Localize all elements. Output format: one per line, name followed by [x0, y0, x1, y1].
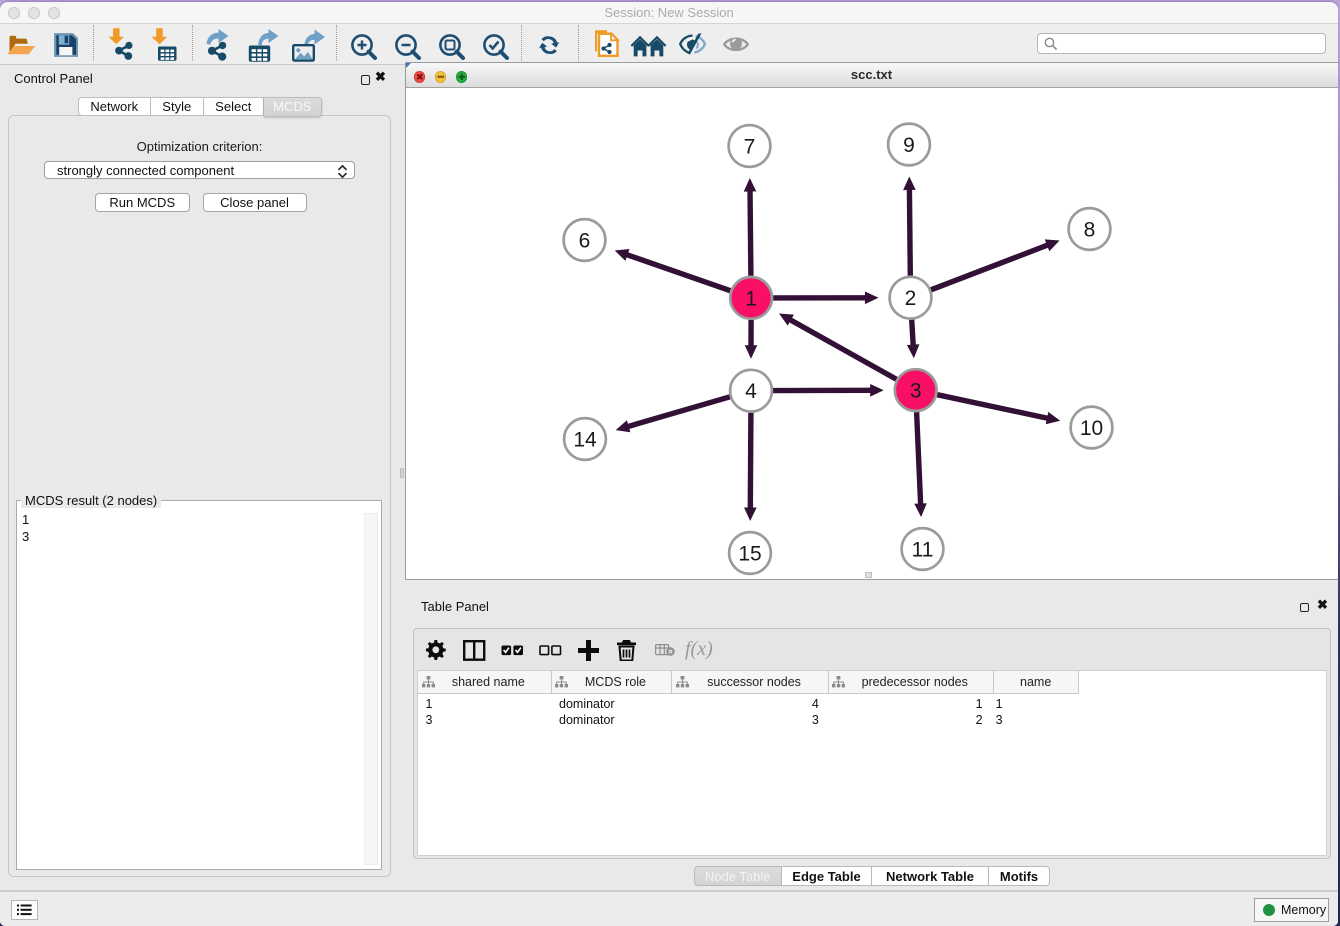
svg-text:7: 7: [743, 136, 755, 159]
svg-text:2: 2: [904, 287, 916, 310]
svg-text:15: 15: [738, 543, 761, 566]
svg-text:1: 1: [745, 287, 757, 310]
svg-text:3: 3: [909, 380, 921, 403]
svg-text:14: 14: [573, 429, 597, 452]
svg-text:6: 6: [578, 230, 590, 253]
svg-text:10: 10: [1079, 417, 1102, 440]
svg-text:8: 8: [1083, 219, 1095, 242]
svg-text:4: 4: [745, 380, 757, 403]
svg-text:f(x): f(x): [685, 639, 713, 660]
svg-text:11: 11: [911, 539, 933, 562]
svg-text:9: 9: [903, 134, 915, 157]
